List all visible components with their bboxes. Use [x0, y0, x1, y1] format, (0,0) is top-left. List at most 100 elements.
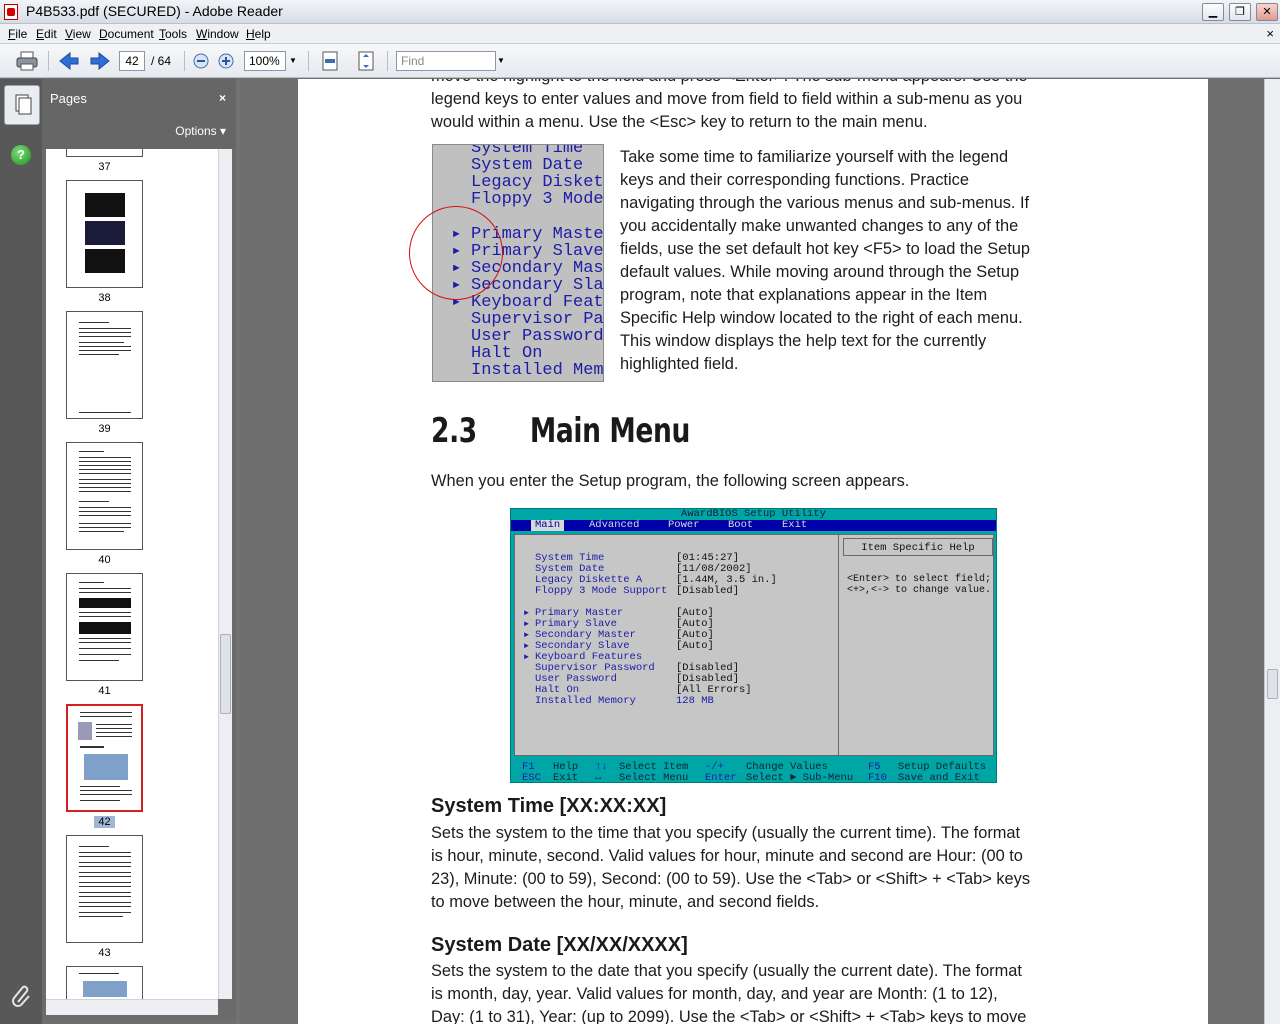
menu-view[interactable]: View	[65, 27, 91, 41]
bios-menu-advanced: Advanced	[589, 519, 640, 531]
pages-panel: Pages × Options ▾ 37 38 39 40 41 42 43	[42, 79, 236, 1019]
body-text-line: 23), Minute: (00 to 59), Second: (00 to …	[431, 870, 1031, 888]
page-thumbnail-38[interactable]	[66, 180, 143, 288]
body-text-line: Take some time to familiarize yourself w…	[620, 148, 1009, 166]
bios-menu-boot: Boot	[728, 519, 754, 531]
zoom-out-icon	[193, 53, 209, 69]
bios-menu-bar: Main Advanced Power Boot Exit	[511, 520, 996, 531]
arrow-left-icon	[59, 52, 79, 70]
body-text-line: navigating through the various menus and…	[620, 194, 1030, 212]
menu-window[interactable]: Window	[196, 27, 239, 41]
attachments-button[interactable]	[10, 984, 34, 1008]
navigation-icon-strip: ?	[0, 79, 42, 1024]
page-thumbnail-43[interactable]	[66, 835, 143, 943]
bios-legend-text: Exit	[553, 772, 579, 783]
page-number-input[interactable]: 42	[119, 51, 145, 71]
page-thumbnail-label: 39	[98, 423, 111, 435]
page-thumbnail-41[interactable]	[66, 573, 143, 681]
highlight-circle	[409, 206, 503, 300]
page-thumbnail-39[interactable]	[66, 311, 143, 419]
toolbar-separator	[184, 51, 185, 71]
document-close-button[interactable]: ×	[1266, 26, 1274, 41]
bios-crop-row: Halt On	[471, 344, 543, 363]
body-text-line: would within a menu. Use the <Esc> key t…	[431, 113, 928, 131]
body-text-line: keys and their corresponding functions. …	[620, 171, 969, 189]
body-text-line: fields, use the set default hot key <F5>…	[620, 240, 1031, 258]
zoom-in-icon	[218, 53, 234, 69]
page-thumbnail-label: 43	[98, 947, 111, 959]
document-vertical-scrollbar[interactable]	[1264, 79, 1280, 1024]
bios-item-specific-help: Item Specific Help <Enter> to select fie…	[838, 535, 995, 755]
pages-options-button[interactable]: Options ▾	[175, 124, 226, 138]
zoom-out-button[interactable]	[192, 50, 210, 72]
minimize-button[interactable]: ▁	[1202, 3, 1224, 21]
menu-help[interactable]: Help	[246, 27, 271, 41]
window-title: P4B533.pdf (SECURED) - Adobe Reader	[26, 3, 283, 19]
print-button[interactable]	[14, 50, 40, 72]
bios-item-value: 128 MB	[676, 695, 714, 707]
scrollbar-thumb[interactable]	[1267, 669, 1278, 699]
body-text-line: Specific Help window located to the righ…	[620, 309, 1023, 327]
bios-legend-key: F10	[868, 772, 887, 783]
toolbar-separator	[387, 51, 388, 71]
close-button[interactable]: ✕	[1256, 3, 1278, 21]
page-thumbnail-42[interactable]	[66, 704, 143, 812]
system-date-heading: System Date [XX/XX/XXXX]	[431, 934, 688, 956]
find-dropdown-arrow[interactable]: ▼	[495, 51, 507, 71]
pages-icon	[15, 94, 32, 115]
scrollbar-thumb[interactable]	[220, 634, 231, 714]
submenu-arrow-icon: ►	[524, 609, 529, 618]
body-text-line: legend keys to enter values and move fro…	[431, 90, 1023, 108]
bios-item-label: Installed Memory	[535, 695, 636, 707]
menu-document[interactable]: Document	[99, 27, 154, 41]
submenu-arrow-icon: ►	[524, 620, 529, 629]
previous-page-button[interactable]	[58, 50, 80, 72]
body-text-line: you accidentally make unwanted changes t…	[620, 217, 1019, 235]
page-thumbnail-label: 38	[98, 292, 111, 304]
zoom-level-input[interactable]: 100%	[244, 51, 286, 71]
bios-item-value: [Disabled]	[676, 585, 740, 597]
page-scroll-icon	[322, 51, 338, 71]
next-page-button[interactable]	[89, 50, 111, 72]
bios-help-title: Item Specific Help	[843, 538, 993, 556]
paperclip-icon	[12, 985, 30, 1007]
arrow-right-icon	[90, 52, 110, 70]
bios-crop-row: Supervisor Pas	[471, 310, 604, 329]
bios-crop-row: Installed Memo	[471, 361, 604, 380]
body-text-line: When you enter the Setup program, the fo…	[431, 472, 910, 490]
find-input[interactable]: Find	[396, 51, 496, 71]
restore-button[interactable]: ❐	[1229, 3, 1251, 21]
menu-edit[interactable]: Edit	[36, 27, 57, 41]
bios-item-value: [Auto]	[676, 640, 714, 652]
zoom-dropdown-arrow[interactable]: ▼	[287, 51, 299, 71]
thumbnails-vertical-scrollbar[interactable]	[218, 149, 232, 999]
pdf-page: move the highlight to the field and pres…	[298, 79, 1208, 1024]
bios-legend-text: Save and Exit	[898, 772, 980, 783]
page-thumbnails: 37 38 39 40 41 42 43	[46, 149, 218, 999]
bios-crop-row: Floppy 3 Mode	[471, 190, 604, 209]
body-text-line: is month, day, year. Valid values for mo…	[431, 985, 998, 1003]
thumbnails-horizontal-scrollbar[interactable]	[46, 999, 218, 1015]
printer-icon	[16, 51, 38, 71]
body-text-line: This window displays the help text for t…	[620, 332, 987, 350]
zoom-in-button[interactable]	[217, 50, 235, 72]
page-thumbnail-label-selected: 42	[66, 816, 143, 828]
pages-panel-close-button[interactable]: ×	[219, 91, 226, 105]
body-text-line: program, note that explanations appear i…	[620, 286, 988, 304]
bios-crop-row: Legacy Diskett	[471, 173, 604, 192]
body-text-line: highlighted field.	[620, 355, 739, 373]
fit-page-button[interactable]	[355, 50, 377, 72]
body-text-line: to move between the hour, minute, and se…	[431, 893, 820, 911]
bios-legend-text: Select Menu	[619, 772, 689, 783]
bios-crop-row: User Password	[471, 327, 604, 346]
menu-file[interactable]: File	[8, 27, 27, 41]
page-thumbnail-44[interactable]	[66, 966, 143, 999]
pages-panel-tab[interactable]	[4, 85, 40, 125]
system-time-heading: System Time [XX:XX:XX]	[431, 795, 667, 817]
page-thumbnail-37[interactable]	[66, 149, 143, 157]
menu-tools[interactable]: Tools	[159, 27, 187, 41]
help-icon[interactable]: ?	[11, 145, 31, 165]
page-thumbnail-40[interactable]	[66, 442, 143, 550]
fit-width-button[interactable]	[319, 50, 341, 72]
bios-help-line: <Enter> to select field;	[847, 574, 992, 585]
